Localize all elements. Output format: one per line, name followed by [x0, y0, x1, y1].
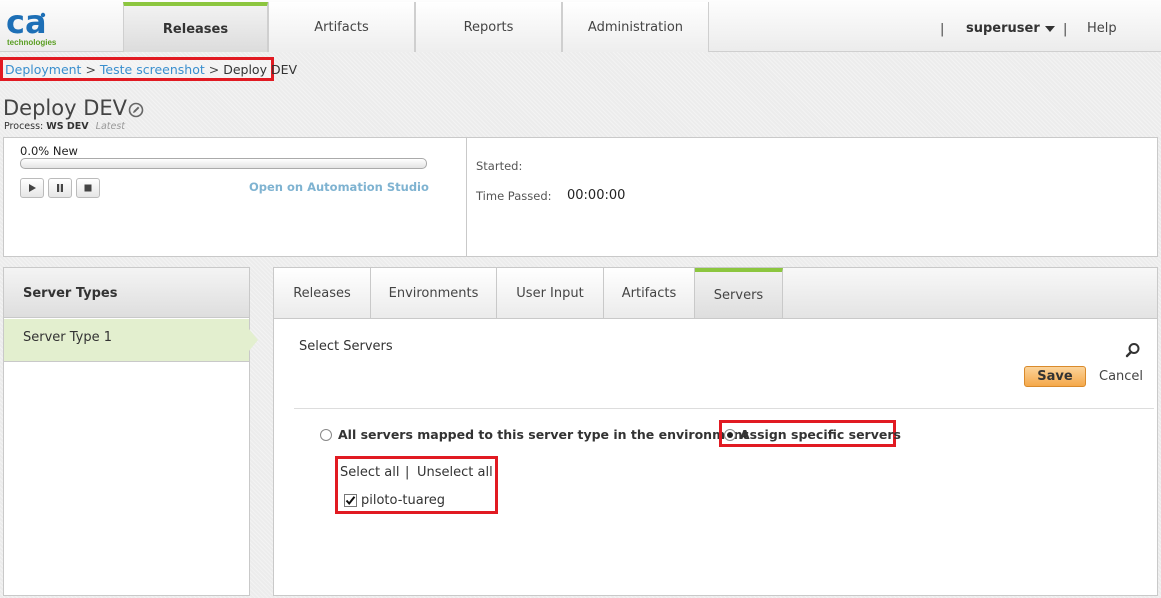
nav-tab-administration[interactable]: Administration: [562, 2, 709, 52]
nav-separator: |: [940, 22, 945, 37]
search-icon[interactable]: [1125, 342, 1141, 358]
breadcrumb-separator: >: [208, 62, 220, 77]
page-title: Deploy DEV: [3, 96, 128, 120]
radio-specific-servers[interactable]: [724, 429, 736, 441]
nav-tab-releases[interactable]: Releases: [123, 2, 268, 52]
stop-button[interactable]: [76, 178, 100, 198]
breadcrumb-release[interactable]: Teste screenshot: [100, 62, 205, 77]
breadcrumb-current: Deploy DEV: [223, 62, 298, 77]
subtab-bar: Releases Environments User Input Artifac…: [274, 268, 1157, 319]
help-link[interactable]: Help: [1087, 21, 1117, 36]
subtab-releases[interactable]: Releases: [274, 268, 371, 318]
breadcrumb-deployment[interactable]: Deployment: [5, 62, 81, 77]
divider: [294, 408, 1154, 409]
nav-separator: |: [1063, 22, 1068, 37]
pause-button[interactable]: [48, 178, 72, 198]
pause-icon: [57, 184, 63, 192]
logo-text: ca: [6, 4, 46, 38]
cancel-button[interactable]: Cancel: [1099, 369, 1143, 384]
subtab-servers[interactable]: Servers: [695, 268, 783, 318]
process-name: WS DEV: [46, 121, 89, 132]
breadcrumb: Deployment > Teste screenshot > Deploy D…: [0, 57, 297, 81]
user-menu[interactable]: superuser: [966, 21, 1055, 36]
radio-all-servers[interactable]: [320, 429, 332, 441]
play-button[interactable]: [20, 178, 44, 198]
subtab-user-input[interactable]: User Input: [497, 268, 604, 318]
subtab-environments[interactable]: Environments: [371, 268, 497, 318]
logo-subtext: technologies: [7, 38, 57, 47]
link-separator: |: [405, 465, 410, 480]
save-button[interactable]: Save: [1024, 366, 1086, 387]
progress-bar: [20, 158, 427, 169]
servers-panel: Releases Environments User Input Artifac…: [273, 267, 1158, 596]
selection-pointer: [249, 329, 258, 351]
server-checkbox[interactable]: [344, 494, 357, 507]
subtab-artifacts[interactable]: Artifacts: [604, 268, 695, 318]
process-version: Latest: [95, 121, 126, 132]
radio-all-servers-label[interactable]: All servers mapped to this server type i…: [338, 427, 748, 442]
edit-icon[interactable]: [128, 102, 144, 118]
radio-specific-servers-label[interactable]: Assign specific servers: [740, 427, 901, 442]
top-navigation-bar: ca technologies Releases Artifacts Repor…: [0, 0, 1161, 52]
checkmark-icon: [345, 496, 356, 506]
time-passed-label: Time Passed:: [476, 189, 552, 203]
time-passed-value: 00:00:00: [567, 188, 626, 203]
chevron-down-icon: [1044, 25, 1055, 32]
select-servers-title: Select Servers: [299, 339, 393, 354]
open-automation-studio-link[interactable]: Open on Automation Studio: [249, 180, 429, 194]
server-name: piloto-tuareg: [361, 493, 446, 508]
started-label: Started:: [476, 159, 523, 173]
process-label: Process:: [4, 121, 44, 132]
execution-status-panel: 0.0% New Open on Automation Studio Start…: [3, 137, 1158, 257]
server-types-header: Server Types: [4, 268, 249, 318]
server-types-panel: Server Types Server Type 1: [3, 267, 258, 596]
process-info: Process: WS DEV Latest: [4, 121, 125, 132]
server-type-item[interactable]: Server Type 1: [4, 319, 249, 362]
stop-icon: [84, 184, 92, 192]
nav-tab-artifacts[interactable]: Artifacts: [268, 2, 415, 52]
unselect-all-link[interactable]: Unselect all: [417, 465, 493, 480]
progress-label: 0.0% New: [20, 144, 78, 158]
select-all-link[interactable]: Select all: [340, 465, 399, 480]
play-icon: [29, 184, 36, 192]
breadcrumb-separator: >: [85, 62, 96, 77]
ca-logo[interactable]: ca technologies: [6, 4, 66, 48]
nav-tab-reports[interactable]: Reports: [415, 2, 562, 52]
panel-divider: [466, 138, 467, 256]
username-label: superuser: [966, 21, 1040, 36]
